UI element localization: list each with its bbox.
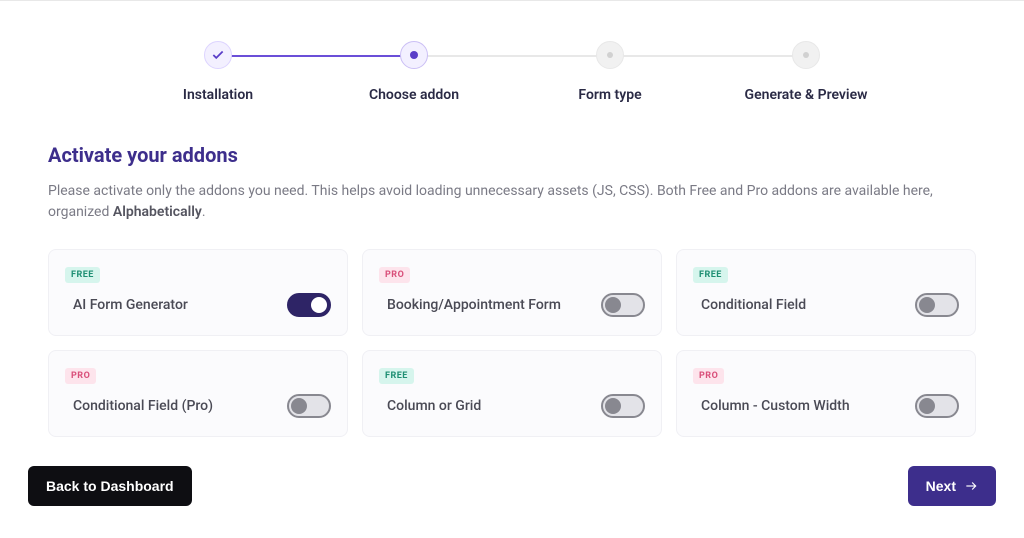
addon-card: PRO Booking/Appointment Form: [362, 249, 662, 336]
step-connector: [218, 55, 414, 57]
arrow-right-icon: [964, 479, 978, 493]
toggle-knob: [605, 297, 621, 313]
toggle-knob: [919, 398, 935, 414]
addon-card: FREE Conditional Field: [676, 249, 976, 336]
subtext-bold: Alphabetically: [113, 204, 202, 220]
step-circle-completed: [204, 41, 232, 69]
footer-bar: Back to Dashboard Next: [0, 450, 1024, 538]
step-circle-inactive: [596, 41, 624, 69]
tier-badge-free: FREE: [65, 267, 100, 283]
addon-card: PRO Conditional Field (Pro): [48, 350, 348, 437]
main-content: Activate your addons Please activate onl…: [0, 113, 1024, 437]
addon-toggle[interactable]: [287, 394, 331, 418]
step-connector: [414, 55, 610, 57]
step-label: Installation: [183, 87, 253, 103]
step-connector: [610, 55, 806, 57]
addon-card: FREE Column or Grid: [362, 350, 662, 437]
step-label: Generate & Preview: [745, 87, 868, 103]
addon-title: Column or Grid: [379, 398, 481, 414]
addon-title: AI Form Generator: [65, 297, 188, 313]
addon-toggle[interactable]: [287, 293, 331, 317]
addon-title: Booking/Appointment Form: [379, 297, 561, 313]
dot-icon: [607, 52, 613, 58]
addon-toggle[interactable]: [601, 394, 645, 418]
toggle-knob: [311, 297, 327, 313]
addon-title: Conditional Field: [693, 297, 806, 313]
step-installation: Installation: [120, 41, 316, 103]
check-icon: [211, 48, 225, 62]
step-form-type: Form type: [512, 41, 708, 103]
setup-stepper: Installation Choose addon Form type Gene…: [0, 1, 1024, 113]
step-circle-active: [400, 41, 428, 69]
step-label: Form type: [578, 87, 641, 103]
tier-badge-pro: PRO: [379, 267, 410, 283]
dot-icon: [803, 52, 809, 58]
step-circle-inactive: [792, 41, 820, 69]
subtext-part: .: [202, 204, 206, 220]
page-heading: Activate your addons: [48, 143, 976, 167]
step-choose-addon: Choose addon: [316, 41, 512, 103]
page-subtext: Please activate only the addons you need…: [48, 181, 976, 223]
tier-badge-pro: PRO: [65, 368, 96, 384]
addon-toggle[interactable]: [601, 293, 645, 317]
tier-badge-free: FREE: [379, 368, 414, 384]
step-generate-preview: Generate & Preview: [708, 41, 904, 103]
addon-title: Column - Custom Width: [693, 398, 850, 414]
next-button[interactable]: Next: [908, 466, 996, 506]
tier-badge-free: FREE: [693, 267, 728, 283]
toggle-knob: [605, 398, 621, 414]
addon-toggle[interactable]: [915, 394, 959, 418]
addon-toggle[interactable]: [915, 293, 959, 317]
dot-icon: [410, 51, 418, 59]
step-label: Choose addon: [369, 87, 459, 103]
toggle-knob: [291, 398, 307, 414]
back-to-dashboard-button[interactable]: Back to Dashboard: [28, 466, 192, 506]
addon-card: PRO Column - Custom Width: [676, 350, 976, 437]
addons-grid: FREE AI Form Generator PRO Booking/Appoi…: [48, 249, 976, 437]
tier-badge-pro: PRO: [693, 368, 724, 384]
addon-card: FREE AI Form Generator: [48, 249, 348, 336]
toggle-knob: [919, 297, 935, 313]
addon-title: Conditional Field (Pro): [65, 398, 213, 414]
next-label: Next: [926, 478, 956, 494]
